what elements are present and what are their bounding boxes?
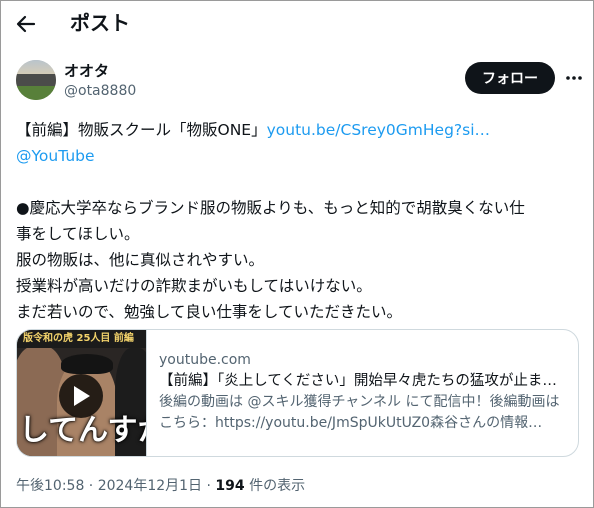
tweet-body: 【前編】物販スクール「物販ONE」youtu.be/CSrey0GmHeg?si… <box>16 117 578 325</box>
thumbnail-hair <box>61 354 113 374</box>
thumbnail-caption: してんすか <box>19 413 146 448</box>
tweet-text-prefix: 【前編】物販スクール「物販ONE」 <box>16 121 267 139</box>
page-title: ポスト <box>70 11 130 35</box>
author-row: オオタ @ota8880 フォロー <box>16 60 582 104</box>
thumbnail-banner: 版令和の虎 25人目 前編 <box>17 330 146 348</box>
card-title: 【前編】「炎上してください」開始早々虎たちの猛攻が止ま… <box>159 373 557 389</box>
tweet-line-1: 【前編】物販スクール「物販ONE」youtu.be/CSrey0GmHeg?si… <box>16 117 578 143</box>
arrow-left-icon <box>16 15 36 33</box>
avatar[interactable] <box>16 60 56 100</box>
views-label: 件の表示 <box>249 478 306 494</box>
video-thumbnail[interactable]: 版令和の虎 25人目 前編 してんすか <box>17 330 147 456</box>
tweet-line-7: まだ若いので、勉強して良い仕事をしていただきたい。 <box>16 303 402 321</box>
views-count: 194 <box>215 478 245 494</box>
link-preview-card[interactable]: 版令和の虎 25人目 前編 してんすか youtube.com 【前編】「炎上し… <box>16 329 579 457</box>
youtube-mention-link[interactable]: @YouTube <box>16 147 95 165</box>
card-domain: youtube.com <box>159 352 251 368</box>
card-text: youtube.com 【前編】「炎上してください」開始早々虎たちの猛攻が止ま…… <box>159 350 567 434</box>
play-button[interactable] <box>59 374 103 418</box>
author-display-name[interactable]: オオタ <box>64 62 109 80</box>
tweet-timestamp[interactable]: 午後10:58 · 2024年12月1日 <box>16 478 202 494</box>
more-options-button[interactable] <box>562 66 586 90</box>
back-button[interactable] <box>10 8 42 40</box>
card-description: 後編の動画は @スキル獲得チャンネル にて配信中！後編動画はこちら：https:… <box>159 394 560 431</box>
video-link[interactable]: youtu.be/CSrey0GmHeg?si… <box>267 121 490 139</box>
tweet-line-3: ●慶応大学卒ならブランド服の物販よりも、もっと知的で胡散臭くない仕 <box>16 199 525 217</box>
tweet-meta: 午後10:58 · 2024年12月1日 · 194 件の表示 <box>16 476 305 496</box>
author-handle[interactable]: @ota8880 <box>64 82 136 100</box>
avatar-field <box>16 86 56 100</box>
more-dots-icon <box>566 76 582 80</box>
avatar-stand <box>16 74 56 86</box>
meta-separator: · <box>206 478 211 494</box>
tweet-line-4: 事をしてほしい。 <box>16 225 140 243</box>
tweet-line-6: 授業料が高いだけの詐欺まがいもしてはいけない。 <box>16 277 372 295</box>
follow-button[interactable]: フォロー <box>465 62 555 94</box>
tweet-line-5: 服の物販は、他に真似されやすい。 <box>16 251 265 269</box>
play-icon <box>74 386 90 406</box>
tweet-line-2: @YouTube <box>16 143 578 169</box>
top-bar: ポスト <box>0 0 594 48</box>
